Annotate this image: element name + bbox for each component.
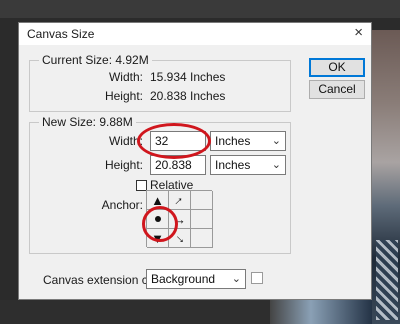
anchor-bottom-right[interactable] (191, 229, 213, 248)
current-size-legend: Current Size: 4.92M (39, 53, 152, 67)
current-size-group (29, 60, 291, 112)
chevron-down-icon: ⌄ (271, 159, 281, 171)
anchor-top-right[interactable] (191, 191, 213, 210)
arrow-down-right-icon: ↓ (171, 230, 188, 246)
arrow-up-icon: ▲ (151, 192, 164, 208)
dialog-titlebar: Canvas Size × (19, 23, 371, 45)
ok-button[interactable]: OK (309, 58, 365, 77)
background-photo-right (372, 30, 400, 324)
background-bottom (0, 300, 372, 324)
anchor-middle-center[interactable]: → (169, 210, 191, 229)
extension-color-select[interactable]: Background ⌄ (146, 269, 246, 289)
anchor-label: Anchor: (101, 198, 143, 212)
height-unit-value: Inches (215, 158, 251, 172)
chevron-down-icon: ⌄ (231, 273, 241, 285)
anchor-grid: ▲ ↑ → ▼ ↓ (146, 190, 213, 248)
anchor-middle-right[interactable] (191, 210, 213, 229)
new-height-label: Height: (104, 158, 143, 172)
chevron-down-icon: ⌄ (271, 135, 281, 147)
background-top (0, 0, 400, 18)
new-size-legend: New Size: 9.88M (39, 115, 136, 129)
new-width-label: Width: (108, 134, 143, 148)
anchor-dot-icon (154, 216, 161, 222)
canvas-size-dialog: Canvas Size × Current Size: 4.92M Width:… (18, 22, 372, 300)
width-input[interactable]: 32 (150, 131, 206, 151)
current-width-label: Width: (108, 70, 143, 84)
height-unit-select[interactable]: Inches ⌄ (210, 155, 286, 175)
anchor-top-center[interactable]: ↑ (169, 191, 191, 210)
current-height-label: Height: (104, 89, 143, 103)
anchor-bottom-left[interactable]: ▼ (147, 229, 169, 248)
arrow-up-right-icon: ↑ (171, 192, 188, 208)
width-unit-value: Inches (215, 134, 251, 148)
arrow-right-icon: → (173, 211, 186, 227)
anchor-bottom-center[interactable]: ↓ (169, 229, 191, 248)
extension-color-swatch[interactable] (251, 272, 263, 284)
height-input[interactable]: 20.838 (150, 155, 206, 175)
current-width-value: 15.934 Inches (150, 70, 226, 84)
current-height-value: 20.838 Inches (150, 89, 226, 103)
close-icon[interactable]: × (354, 24, 363, 41)
width-unit-select[interactable]: Inches ⌄ (210, 131, 286, 151)
anchor-middle-left[interactable] (147, 210, 169, 229)
background-photo-bottom (270, 300, 372, 324)
arrow-down-icon: ▼ (151, 230, 164, 246)
anchor-top-left[interactable]: ▲ (147, 191, 169, 210)
cancel-button[interactable]: Cancel (309, 80, 365, 99)
extension-color-value: Background (151, 272, 216, 286)
dialog-title: Canvas Size (27, 27, 95, 41)
